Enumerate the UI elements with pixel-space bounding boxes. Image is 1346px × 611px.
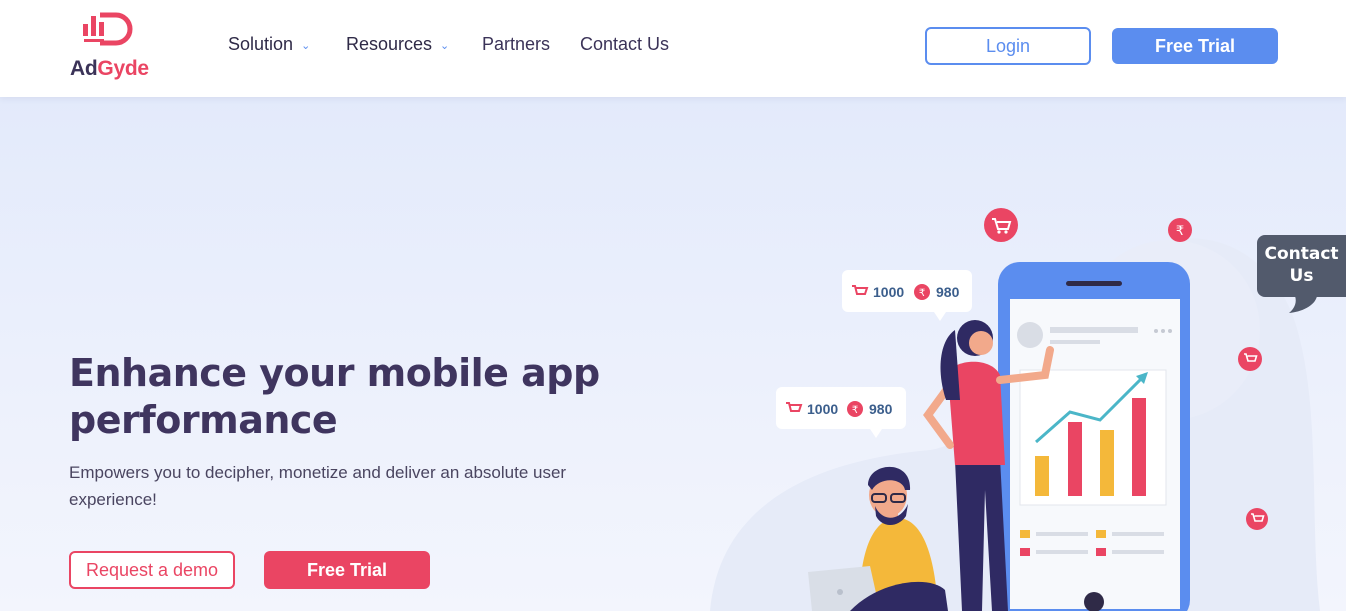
- contact-tab-line: Contact: [1264, 244, 1339, 264]
- free-trial-button[interactable]: Free Trial: [1112, 28, 1278, 64]
- svg-text:₹: ₹: [919, 288, 925, 299]
- badge-rupee-value: 980: [869, 401, 893, 417]
- hero-subtitle: Empowers you to decipher, monetize and d…: [69, 463, 567, 509]
- speech-tail-icon: [1287, 296, 1317, 313]
- nav-item-resources[interactable]: Resources ⌄: [346, 34, 449, 55]
- hero-illustration: ₹ 1000 ₹ 980 1000 ₹ 980: [710, 208, 1320, 611]
- smartphone: [998, 262, 1190, 611]
- rupee-bubble-icon: ₹: [1168, 218, 1192, 242]
- svg-text:₹: ₹: [852, 405, 858, 416]
- chevron-down-icon: ⌄: [301, 40, 311, 52]
- nav-item-contact-us[interactable]: Contact Us: [580, 34, 669, 55]
- request-demo-button[interactable]: Request a demo: [69, 551, 235, 589]
- top-navbar: AdGyde Solution ⌄ Resources ⌄ Partners C…: [0, 0, 1346, 97]
- value-badge: 1000 ₹ 980: [842, 270, 972, 321]
- badge-cart-value: 1000: [807, 401, 838, 417]
- hero-title-line: performance: [69, 398, 338, 442]
- contact-us-tab[interactable]: Contact Us: [1257, 235, 1346, 297]
- cart-bubble-icon: [1246, 508, 1268, 530]
- nav-item-label: Resources: [346, 34, 433, 54]
- login-button[interactable]: Login: [925, 27, 1091, 65]
- hero-free-trial-button[interactable]: Free Trial: [264, 551, 430, 589]
- hero-title-line: Enhance your mobile app: [69, 351, 600, 395]
- nav-item-label: Contact Us: [580, 34, 670, 54]
- svg-text:₹: ₹: [1176, 224, 1184, 239]
- nav-item-partners[interactable]: Partners: [482, 34, 550, 55]
- nav-item-solution[interactable]: Solution ⌄: [228, 34, 310, 55]
- value-badge: 1000 ₹ 980: [776, 387, 906, 438]
- chevron-down-icon: ⌄: [440, 40, 450, 52]
- badge-cart-value: 1000: [873, 284, 904, 300]
- brand-name: AdGyde: [70, 57, 149, 80]
- brand-logo[interactable]: AdGyde: [70, 12, 160, 84]
- cart-bubble-icon: [1238, 347, 1262, 371]
- contact-tab-line: Us: [1289, 266, 1314, 286]
- hero-title: Enhance your mobile app performance: [69, 350, 669, 444]
- adgyde-logo-icon: [83, 12, 133, 46]
- nav-item-label: Solution: [228, 34, 294, 54]
- badge-rupee-value: 980: [936, 284, 960, 300]
- nav-item-label: Partners: [482, 34, 551, 54]
- cart-bubble-icon: [984, 208, 1018, 242]
